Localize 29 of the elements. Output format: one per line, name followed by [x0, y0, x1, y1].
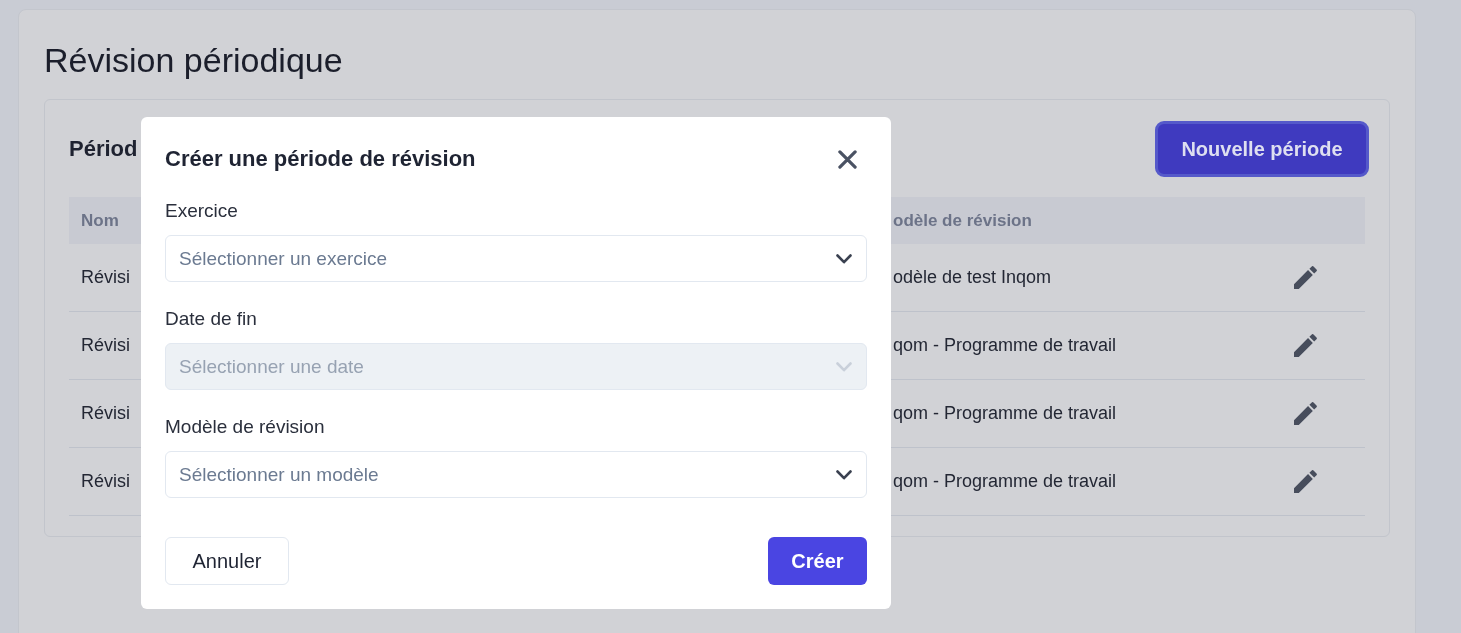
pencil-icon[interactable] [1294, 470, 1317, 493]
table-cell: qom - Programme de travail [893, 403, 1117, 423]
page-title: Révision périodique [44, 40, 344, 81]
modal-title: Créer une période de révision [165, 146, 476, 172]
table-cell: Révisi [81, 403, 130, 423]
column-header: odèle de révision [893, 210, 1032, 231]
field-label: Exercice [165, 199, 238, 223]
select-field[interactable]: Sélectionner un exercice [165, 235, 867, 282]
table-cell: Révisi [81, 471, 130, 491]
chevron-down-icon [836, 361, 852, 372]
new-period-button[interactable]: Nouvelle période [1155, 121, 1369, 177]
table-cell: odèle de test Inqom [893, 267, 1052, 287]
field-label: Modèle de révision [165, 415, 325, 439]
field-label: Date de fin [165, 307, 257, 331]
select-field[interactable]: Sélectionner un modèle [165, 451, 867, 498]
column-header: Nom [81, 210, 119, 231]
chevron-down-icon [836, 469, 852, 480]
close-icon[interactable] [838, 149, 857, 169]
cancel-button[interactable]: Annuler [165, 537, 289, 585]
pencil-icon[interactable] [1294, 266, 1317, 289]
panel-title: Périod [69, 136, 138, 162]
table-cell: qom - Programme de travail [893, 335, 1117, 355]
pencil-icon[interactable] [1294, 402, 1317, 425]
table-cell: Révisi [81, 335, 130, 355]
table-cell: Révisi [81, 267, 130, 287]
pencil-icon[interactable] [1294, 334, 1317, 357]
table-cell: qom - Programme de travail [893, 471, 1117, 491]
chevron-down-icon [836, 253, 852, 264]
create-button[interactable]: Créer [768, 537, 867, 585]
